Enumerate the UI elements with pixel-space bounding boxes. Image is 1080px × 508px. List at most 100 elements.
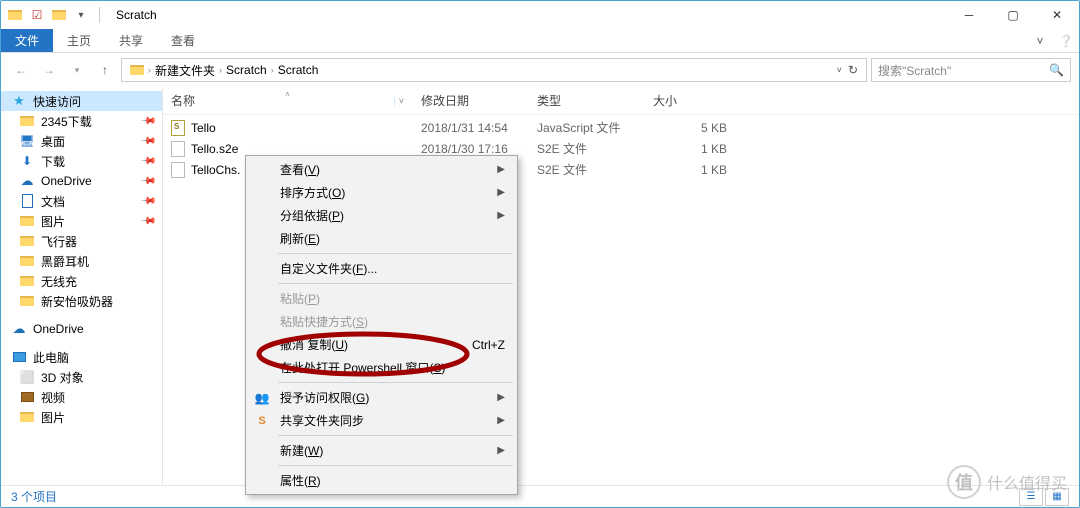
statusbar: 3 个项目 ☰ ▦ (1, 485, 1079, 507)
qat-chevron-icon[interactable]: ▾ (73, 7, 89, 23)
menu-separator (278, 435, 513, 436)
sidebar-item-label: 图片 (41, 213, 65, 230)
sidebar-item[interactable]: ⬜ 3D 对象 (1, 367, 162, 387)
file-date: 2018/1/31 14:54 (413, 121, 529, 135)
tab-file[interactable]: 文件 (1, 29, 53, 52)
sidebar-item[interactable]: 图片 (1, 407, 162, 427)
sidebar-item-label: OneDrive (33, 322, 84, 336)
file-type: S2E 文件 (529, 140, 645, 157)
col-size[interactable]: 大小 (645, 92, 735, 109)
col-type[interactable]: 类型 (529, 92, 645, 109)
context-menu: 查看(V)▶ 排序方式(O)▶ 分组依据(P)▶ 刷新(E) 自定义文件夹(F)… (245, 155, 518, 495)
sidebar-item[interactable]: 文档📌 (1, 191, 162, 211)
sidebar-item[interactable]: 🖥桌面📌 (1, 131, 162, 151)
sidebar-item-label: 下载 (41, 153, 65, 170)
sidebar-item[interactable]: ⬇下载📌 (1, 151, 162, 171)
menu-grant-access[interactable]: 👥授予访问权限(G)▶ (248, 386, 515, 409)
chevron-right-icon: ▶ (497, 392, 505, 403)
menu-new[interactable]: 新建(W)▶ (248, 439, 515, 462)
sidebar-item-label: 图片 (41, 409, 65, 426)
people-icon: 👥 (254, 390, 270, 406)
menu-refresh[interactable]: 刷新(E) (248, 227, 515, 250)
navbar: ← → ▾ ↑ › 新建文件夹 › Scratch › Scratch ˅ ↻ … (1, 53, 1079, 87)
breadcrumb-seg[interactable]: Scratch (274, 63, 323, 77)
cloud-icon: ☁ (19, 173, 35, 189)
refresh-icon[interactable]: ↻ (848, 63, 858, 77)
minimize-button[interactable]: ─ (947, 1, 991, 29)
menu-shared-folder-sync[interactable]: S共享文件夹同步▶ (248, 409, 515, 432)
file-icon (171, 141, 185, 157)
sort-asc-icon: ˄ (285, 90, 290, 99)
chevron-right-icon: ▶ (497, 187, 505, 198)
table-row[interactable]: Tello 2018/1/31 14:54 JavaScript 文件 5 KB (163, 117, 1079, 138)
pc-icon (11, 349, 27, 365)
sidebar-item-label: 3D 对象 (41, 369, 84, 386)
recent-dropdown-icon[interactable]: ▾ (65, 58, 89, 82)
breadcrumb-seg[interactable]: 新建文件夹 (151, 62, 219, 79)
ribbon: 文件 主页 共享 查看 ˅ ❔ (1, 29, 1079, 53)
watermark: 值 什么值得买 (947, 465, 1067, 499)
tab-home[interactable]: 主页 (53, 29, 105, 52)
file-name: TelloChs. (191, 163, 240, 177)
menu-customize-folder[interactable]: 自定义文件夹(F)... (248, 257, 515, 280)
menu-properties[interactable]: 属性(R) (248, 469, 515, 492)
menu-paste: 粘贴(P) (248, 287, 515, 310)
checkbox-icon[interactable]: ☑ (29, 7, 45, 23)
sidebar-item[interactable]: 飞行器 (1, 231, 162, 251)
download-icon: ⬇ (19, 153, 35, 169)
cube-icon: ⬜ (19, 369, 35, 385)
forward-button[interactable]: → (37, 58, 61, 82)
folder-icon (19, 273, 35, 289)
sidebar-item-label: 黑爵耳机 (41, 253, 89, 270)
sidebar-item[interactable]: 2345下载📌 (1, 111, 162, 131)
sidebar-item-label: OneDrive (41, 174, 92, 188)
file-name: Tello (191, 121, 216, 135)
pin-icon: 📌 (139, 133, 156, 150)
sidebar-item[interactable]: 黑爵耳机 (1, 251, 162, 271)
file-name: Tello.s2e (191, 142, 238, 156)
up-button[interactable]: ↑ (93, 58, 117, 82)
sidebar-item-quick-access[interactable]: ★ 快速访问 (1, 91, 162, 111)
menu-sort[interactable]: 排序方式(O)▶ (248, 181, 515, 204)
sidebar-item-label: 桌面 (41, 133, 65, 150)
file-type: S2E 文件 (529, 161, 645, 178)
cloud-icon: ☁ (11, 321, 27, 337)
sidebar-item-label: 2345下载 (41, 113, 92, 130)
column-headers: ˄名称˅ 修改日期 类型 大小 (163, 87, 1079, 115)
watermark-icon: 值 (947, 465, 981, 499)
help-icon[interactable]: ❔ (1053, 29, 1079, 52)
close-button[interactable]: ✕ (1035, 1, 1079, 29)
col-date[interactable]: 修改日期 (413, 92, 529, 109)
file-size: 1 KB (645, 142, 735, 156)
search-input[interactable]: 搜索"Scratch" 🔍 (871, 58, 1071, 82)
tab-share[interactable]: 共享 (105, 29, 157, 52)
menu-undo[interactable]: 撤消 复制(U)Ctrl+Z (248, 333, 515, 356)
chevron-down-icon[interactable]: ˅ (837, 65, 842, 75)
chevron-down-icon[interactable]: ˅ (394, 96, 404, 106)
breadcrumb[interactable]: › 新建文件夹 › Scratch › Scratch ˅ ↻ (121, 58, 867, 82)
breadcrumb-seg[interactable]: Scratch (222, 63, 271, 77)
search-icon[interactable]: 🔍 (1049, 63, 1064, 77)
menu-view[interactable]: 查看(V)▶ (248, 158, 515, 181)
col-name[interactable]: ˄名称˅ (163, 92, 413, 109)
sidebar-item[interactable]: 无线充 (1, 271, 162, 291)
sidebar-item-onedrive[interactable]: ☁ OneDrive (1, 319, 162, 339)
sidebar-item[interactable]: 新安怡吸奶器 (1, 291, 162, 311)
chevron-right-icon: ▶ (497, 415, 505, 426)
watermark-text: 什么值得买 (987, 470, 1067, 494)
sidebar-item-thispc[interactable]: 此电脑 (1, 347, 162, 367)
sidebar-item[interactable]: 图片📌 (1, 211, 162, 231)
file-icon (171, 162, 185, 178)
tab-view[interactable]: 查看 (157, 29, 209, 52)
back-button[interactable]: ← (9, 58, 33, 82)
maximize-button[interactable]: ▢ (991, 1, 1035, 29)
sidebar-item-label: 快速访问 (33, 93, 81, 110)
menu-group[interactable]: 分组依据(P)▶ (248, 204, 515, 227)
sidebar-item[interactable]: 视频 (1, 387, 162, 407)
folder-icon (19, 409, 35, 425)
folder-icon-2[interactable] (51, 7, 67, 23)
sidebar: ★ 快速访问 2345下载📌 🖥桌面📌 ⬇下载📌 ☁OneDrive📌 文档📌 … (1, 87, 163, 485)
menu-open-powershell[interactable]: 在此处打开 Powershell 窗口(S) (248, 356, 515, 379)
expand-ribbon-icon[interactable]: ˅ (1027, 29, 1053, 52)
sidebar-item[interactable]: ☁OneDrive📌 (1, 171, 162, 191)
